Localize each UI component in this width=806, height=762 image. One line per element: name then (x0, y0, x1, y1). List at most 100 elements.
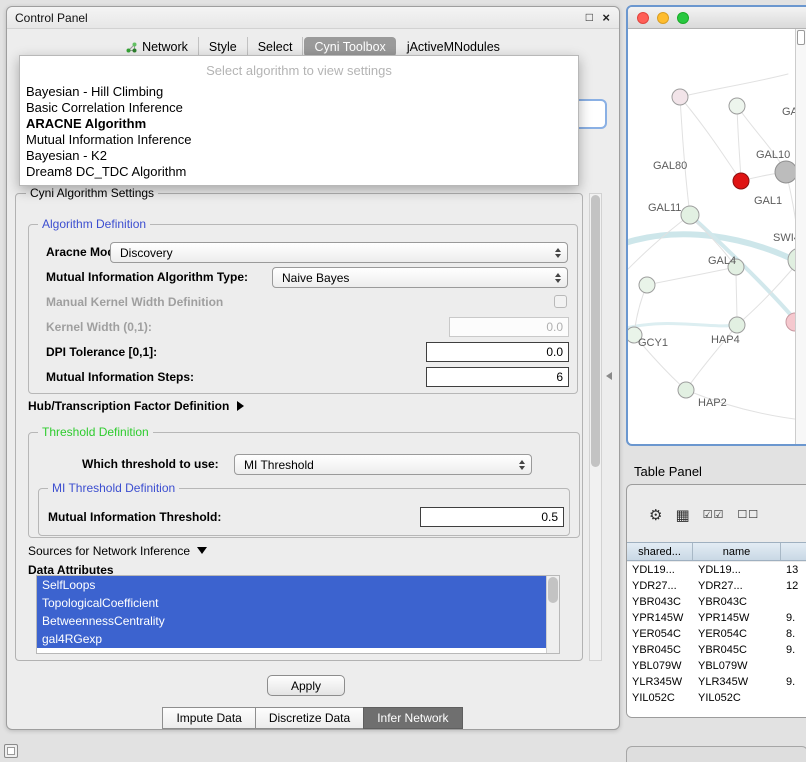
scrollbar-thumb[interactable] (548, 577, 558, 603)
zoom-button[interactable] (677, 12, 689, 24)
table-row[interactable]: YBR043CYBR043C (627, 594, 806, 610)
columns-icon[interactable]: ▦ (675, 508, 689, 523)
algorithm-option-dream8-dc-tdc-algorithm[interactable]: Dream8 DC_TDC Algorithm (20, 164, 578, 180)
table-cell: YDL19... (627, 562, 693, 578)
deselect-checkboxes-icon[interactable]: ☐☐ (737, 510, 759, 521)
column-header-shared[interactable]: shared... (627, 543, 693, 560)
sources-section-toggle[interactable]: Sources for Network Inference (28, 544, 207, 558)
table-row[interactable]: YBR045CYBR045C9. (627, 642, 806, 658)
algorithm-option-bayesian-hill-climbing[interactable]: Bayesian - Hill Climbing (20, 84, 578, 100)
close-window-button[interactable]: × (602, 10, 610, 25)
control-panel-titlebar: Control Panel □ × (7, 7, 619, 29)
data-attributes-list: SelfLoopsTopologicalCoefficientBetweenne… (36, 575, 560, 654)
hub-section-label: Hub/Transcription Factor Definition (28, 399, 229, 413)
aracne-mode-select[interactable]: Discovery (110, 242, 568, 263)
network-node[interactable] (639, 277, 655, 293)
algorithm-option-mutual-information-inference[interactable]: Mutual Information Inference (20, 132, 578, 148)
table-cell: 9. (781, 610, 806, 626)
cyni-algorithm-settings-group: Cyni Algorithm Settings Algorithm Defini… (15, 193, 583, 661)
tab-jactivemnodules[interactable]: jActiveMNodules (397, 37, 510, 57)
table-header: shared...name (627, 542, 806, 561)
network-node[interactable] (672, 89, 688, 105)
minimize-button[interactable] (657, 12, 669, 24)
combo-arrows-icon (555, 273, 561, 283)
list-scrollbar[interactable] (546, 576, 559, 653)
network-canvas[interactable]: GALGAL80GAL10GAL11GAL1SWI4GAL4GCY1HAP4YH… (628, 29, 806, 446)
algorithm-option-bayesian-k2[interactable]: Bayesian - K2 (20, 148, 578, 164)
hub-section-toggle[interactable]: Hub/Transcription Factor Definition (28, 399, 244, 413)
algorithm-dropdown-popup: Select algorithm to view settings Bayesi… (19, 55, 579, 186)
table-row[interactable]: YDR27...YDR27...12 (627, 578, 806, 594)
table-cell: 8. (781, 626, 806, 642)
gear-icon[interactable]: ⚙ (649, 508, 662, 523)
mi-algorithm-type-select[interactable]: Naive Bayes (272, 267, 568, 288)
table-cell (781, 690, 806, 706)
mi-threshold-definition-title: MI Threshold Definition (48, 481, 179, 495)
node-label-gal1: GAL1 (754, 195, 782, 207)
attribute-betweennesscentrality[interactable]: BetweennessCentrality (37, 612, 546, 630)
mi-steps-field[interactable]: 6 (426, 367, 569, 387)
table-cell: 13 (781, 562, 806, 578)
network-view-window: GALGAL80GAL10GAL11GAL1SWI4GAL4GCY1HAP4YH… (626, 5, 806, 446)
tab-impute-data[interactable]: Impute Data (162, 707, 255, 729)
select-all-checkboxes-icon[interactable]: ☑☑ (703, 510, 725, 521)
network-icon (126, 42, 137, 53)
bottom-window-edge (626, 746, 806, 762)
scrollbar-thumb[interactable] (591, 195, 600, 467)
network-node[interactable] (733, 173, 749, 189)
manual-kernel-width-checkbox[interactable] (554, 295, 567, 308)
kernel-width-label: Kernel Width (0,1): (46, 320, 152, 334)
table-cell: YBR043C (693, 594, 781, 610)
network-edge (680, 97, 690, 215)
panel-collapse-handle-icon[interactable] (606, 372, 612, 380)
kernel-width-field[interactable]: 0.0 (449, 317, 569, 337)
mi-threshold-field[interactable]: 0.5 (420, 507, 564, 527)
column-header-name[interactable]: name (693, 543, 781, 560)
network-node[interactable] (775, 161, 797, 183)
sources-section-label: Sources for Network Inference (28, 544, 190, 558)
network-scrollbar[interactable] (795, 29, 806, 444)
table-cell: YBR043C (627, 594, 693, 610)
tab-select[interactable]: Select (248, 37, 304, 57)
table-cell: YIL052C (627, 690, 693, 706)
which-threshold-select[interactable]: MI Threshold (234, 454, 532, 475)
mi-threshold-label: Mutual Information Threshold: (48, 510, 221, 524)
table-row[interactable]: YLR345WYLR345W9. (627, 674, 806, 690)
network-node[interactable] (729, 317, 745, 333)
tab-style[interactable]: Style (199, 37, 248, 57)
network-window-titlebar (628, 7, 806, 29)
collapsed-panel-button[interactable] (4, 744, 18, 758)
tab-cyni-toolbox[interactable]: Cyni Toolbox (304, 37, 395, 57)
table-row[interactable]: YIL052CYIL052C (627, 690, 806, 706)
attribute-topologicalcoefficient[interactable]: TopologicalCoefficient (37, 594, 546, 612)
algorithm-definition-title: Algorithm Definition (38, 217, 150, 231)
algorithm-option-basic-correlation-inference[interactable]: Basic Correlation Inference (20, 100, 578, 116)
attribute-selfloops[interactable]: SelfLoops (37, 576, 546, 594)
column-header-col3[interactable] (781, 543, 806, 560)
table-row[interactable]: YER054CYER054C8. (627, 626, 806, 642)
tab-infer-network[interactable]: Infer Network (363, 707, 462, 729)
tab-label: Cyni Toolbox (314, 40, 385, 54)
threshold-definition-title: Threshold Definition (38, 425, 153, 439)
algorithm-option-aracne-algorithm[interactable]: ARACNE Algorithm (20, 116, 578, 132)
mi-algorithm-type-value: Naive Bayes (282, 271, 349, 285)
settings-scrollbar[interactable] (589, 193, 602, 661)
network-node[interactable] (729, 98, 745, 114)
attribute-gal4rgexp[interactable]: gal4RGexp (37, 630, 546, 648)
tab-network[interactable]: Network (116, 37, 199, 57)
network-node[interactable] (681, 206, 699, 224)
table-row[interactable]: YPR145WYPR145W9. (627, 610, 806, 626)
apply-button[interactable]: Apply (267, 675, 345, 696)
table-row[interactable]: YDL19...YDL19...13 (627, 562, 806, 578)
table-cell: YLR345W (627, 674, 693, 690)
table-cell: YER054C (627, 626, 693, 642)
tab-discretize-data[interactable]: Discretize Data (255, 707, 364, 729)
node-label-hap4: HAP4 (711, 334, 740, 346)
float-window-button[interactable]: □ (586, 10, 593, 24)
scrollbar-thumb[interactable] (797, 30, 805, 45)
close-button[interactable] (637, 12, 649, 24)
table-row[interactable]: YBL079WYBL079W (627, 658, 806, 674)
control-panel-window: Control Panel □ × NetworkStyleSelect Cyni… (6, 6, 620, 730)
network-node[interactable] (678, 382, 694, 398)
dpi-tolerance-field[interactable]: 0.0 (426, 342, 569, 362)
